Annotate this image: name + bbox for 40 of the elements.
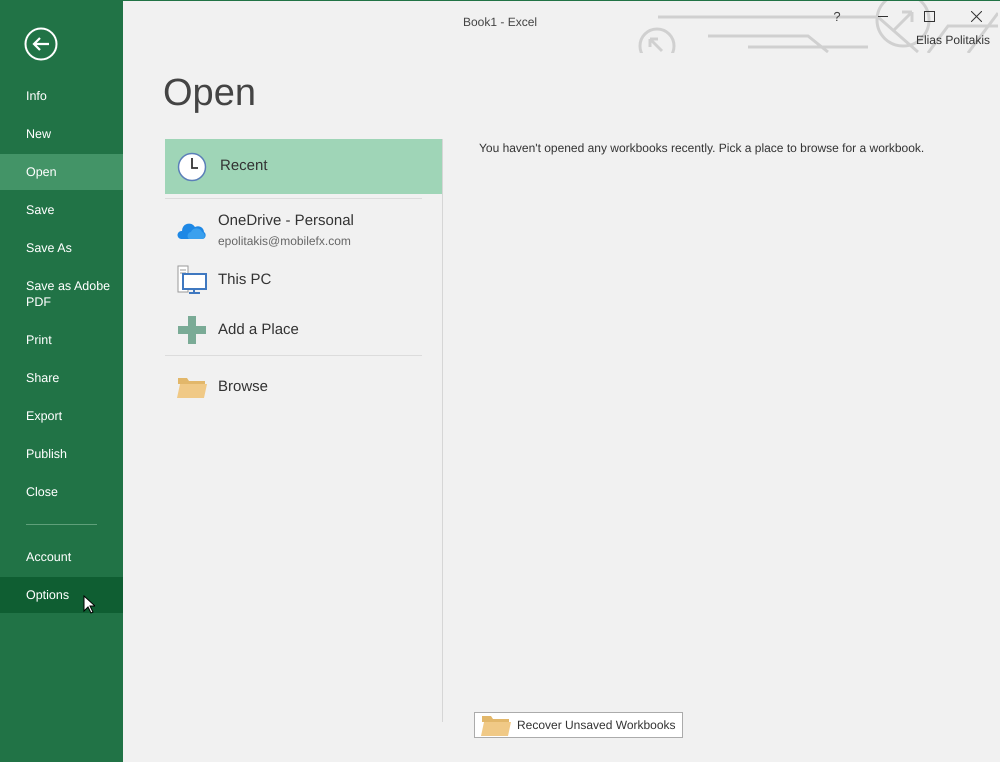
- folder-icon: [481, 714, 511, 736]
- maximize-icon[interactable]: [924, 11, 935, 22]
- place-label: This PC: [218, 270, 272, 290]
- sidebar-item[interactable]: Close: [0, 474, 123, 510]
- plus-icon: [178, 316, 206, 344]
- place-item[interactable]: This PC: [165, 255, 422, 305]
- back-icon[interactable]: [24, 27, 58, 61]
- recover-button[interactable]: Recover Unsaved Workbooks: [474, 712, 683, 738]
- page-title: Open: [163, 71, 257, 115]
- sidebar-item[interactable]: Export: [0, 398, 123, 434]
- close-icon[interactable]: [971, 11, 982, 22]
- empty-message: You haven't opened any workbooks recently. Pick a place to browse for a workbook.: [479, 140, 926, 157]
- sidebar-item[interactable]: Print: [0, 322, 123, 358]
- place-item[interactable]: Browse: [165, 362, 422, 412]
- mouse-pointer-icon: [83, 595, 95, 614]
- folder-icon: [176, 376, 206, 398]
- help-button[interactable]: ?: [814, 1, 860, 33]
- minimize-icon[interactable]: [878, 16, 888, 18]
- sidebar-item[interactable]: Save as Adobe PDF: [0, 268, 123, 320]
- place-label: Browse: [218, 376, 268, 397]
- sidebar-item[interactable]: Save As: [0, 230, 123, 266]
- sidebar-item[interactable]: Info: [0, 78, 123, 114]
- sidebar-item[interactable]: Account: [0, 539, 123, 575]
- place-item[interactable]: Recent: [165, 139, 442, 194]
- place-item[interactable]: OneDrive - Personal epolitakis@mobilefx.com: [165, 205, 422, 255]
- window-title: Book1 - Excel: [463, 14, 538, 31]
- sidebar-item[interactable]: Open: [0, 154, 123, 190]
- clock-icon: [176, 152, 206, 182]
- user-name: Elias Politakis: [916, 32, 991, 49]
- place-label: OneDrive - Personal: [218, 210, 354, 231]
- place-label: Recent: [220, 156, 268, 176]
- sidebar-item[interactable]: Publish: [0, 436, 123, 472]
- place-label: Add a Place: [218, 320, 299, 340]
- sidebar-item[interactable]: Share: [0, 360, 123, 396]
- sidebar-item[interactable]: New: [0, 116, 123, 152]
- computer-icon: [176, 265, 206, 295]
- place-item[interactable]: Add a Place: [165, 305, 422, 355]
- sidebar-item[interactable]: Save: [0, 192, 123, 228]
- place-account: epolitakis@mobilefx.com: [218, 233, 352, 250]
- sidebar-item[interactable]: Options: [0, 577, 123, 613]
